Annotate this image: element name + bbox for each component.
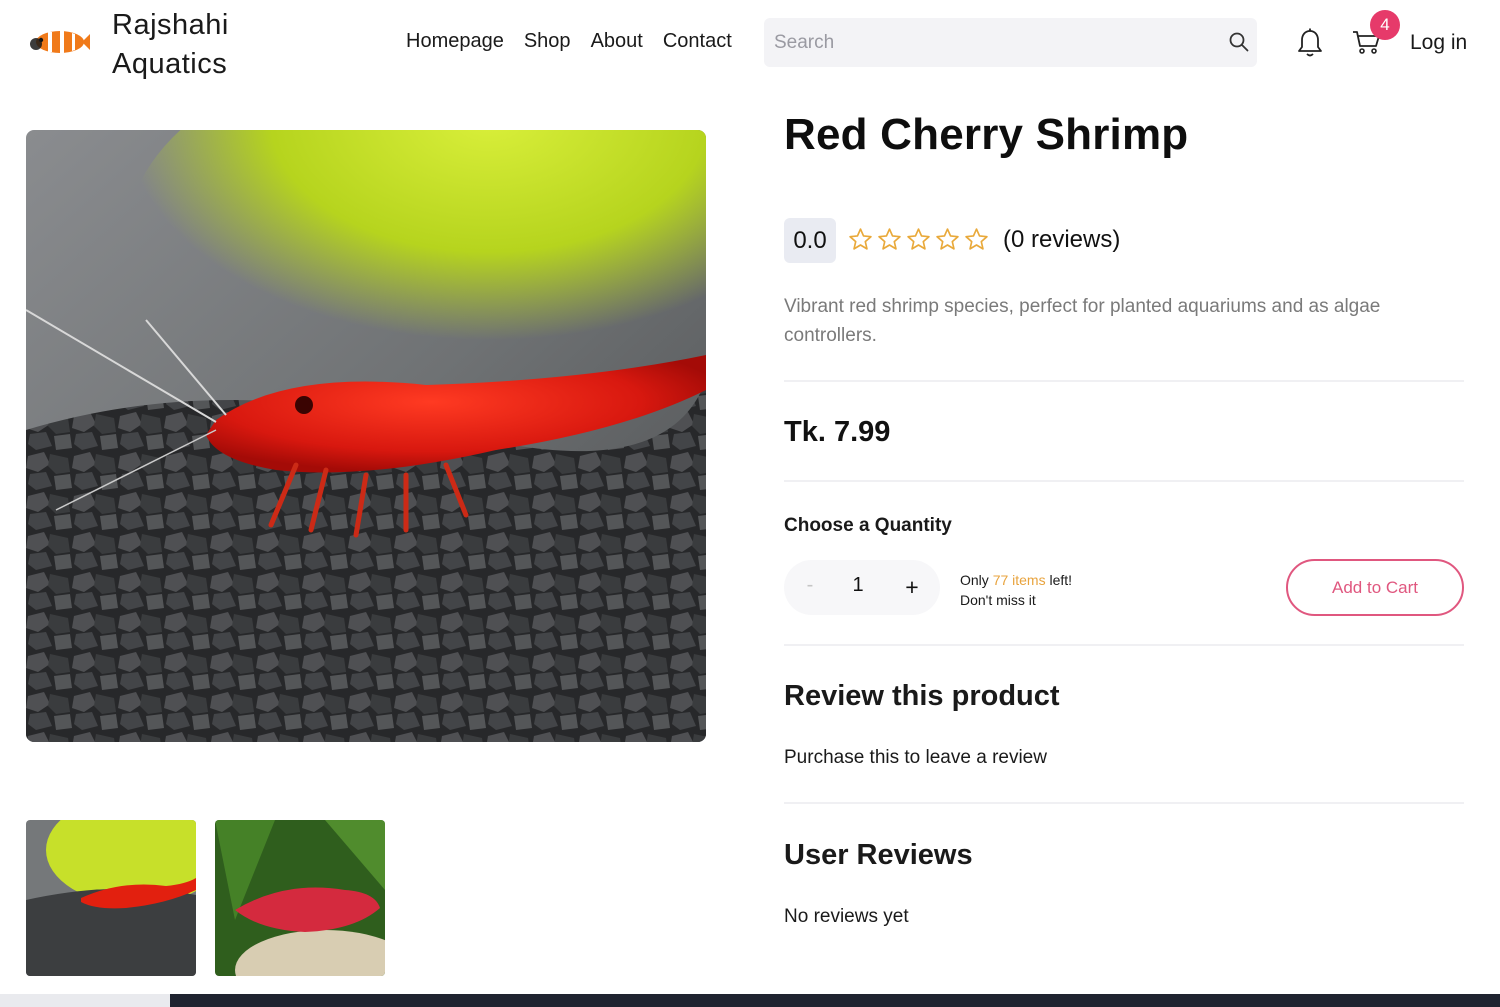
brand-line-1: Rajshahi <box>112 9 229 41</box>
quantity-decrease-button[interactable]: - <box>800 574 820 598</box>
nav-about[interactable]: About <box>591 30 643 53</box>
add-to-cart-button[interactable]: Add to Cart <box>1286 559 1464 616</box>
thumbnail-2-photo <box>215 820 385 976</box>
cart-count-badge: 4 <box>1370 10 1400 40</box>
clownfish-logo-icon[interactable] <box>30 24 90 60</box>
quantity-stepper: - 1 + <box>784 560 940 615</box>
stock-line: Only 77 items left! <box>960 570 1072 590</box>
search-bar <box>764 18 1257 67</box>
product-title: Red Cherry Shrimp <box>784 110 1189 159</box>
quantity-value: 1 <box>852 574 864 596</box>
divider <box>784 644 1464 646</box>
thumbnail-1[interactable] <box>26 820 196 976</box>
star-outline-icon <box>907 228 930 250</box>
stock-count: 77 items <box>992 572 1046 588</box>
site-header: Rajshahi Aquatics Homepage Shop About Co… <box>0 0 1500 90</box>
stock-note: Don't miss it <box>960 592 1036 608</box>
quantity-increase-button[interactable]: + <box>900 574 924 601</box>
rating-value: 0.0 <box>784 218 836 263</box>
thumbnail-1-photo <box>26 820 196 976</box>
product-price: Tk. 7.99 <box>784 416 891 448</box>
product-main-image <box>26 130 706 742</box>
thumbnail-2[interactable] <box>215 820 385 976</box>
divider <box>784 480 1464 482</box>
search-input[interactable] <box>774 18 1214 67</box>
stock-notice: Only 77 items left! Don't miss it <box>960 570 1072 610</box>
star-outline-icon <box>936 228 959 250</box>
os-taskbar <box>0 994 1500 1007</box>
rating-stars <box>848 227 989 252</box>
stock-left: left! <box>1049 572 1073 588</box>
nav-contact[interactable]: Contact <box>663 30 732 53</box>
brand-name[interactable]: Rajshahi Aquatics <box>112 6 229 84</box>
divider <box>784 802 1464 804</box>
main-nav: Homepage Shop About Contact <box>406 30 752 53</box>
stock-only: Only <box>960 572 989 588</box>
divider <box>784 380 1464 382</box>
user-reviews-heading: User Reviews <box>784 839 973 871</box>
nav-homepage[interactable]: Homepage <box>406 30 504 53</box>
star-outline-icon <box>849 228 872 250</box>
product-description: Vibrant red shrimp species, perfect for … <box>784 296 1381 346</box>
brand-line-2: Aquatics <box>112 48 228 80</box>
os-taskbar-left <box>0 994 170 1007</box>
bell-icon[interactable] <box>1297 28 1323 58</box>
quantity-heading: Choose a Quantity <box>784 515 952 536</box>
shrimp-photo <box>26 130 706 742</box>
review-heading: Review this product <box>784 680 1060 712</box>
star-outline-icon <box>878 228 901 250</box>
nav-shop[interactable]: Shop <box>524 30 571 53</box>
search-icon[interactable] <box>1229 32 1249 52</box>
reviews-count[interactable]: (0 reviews) <box>1003 226 1120 254</box>
login-link[interactable]: Log in <box>1410 31 1467 55</box>
no-reviews-text: No reviews yet <box>784 906 909 927</box>
star-outline-icon <box>965 228 988 250</box>
review-note: Purchase this to leave a review <box>784 747 1047 768</box>
